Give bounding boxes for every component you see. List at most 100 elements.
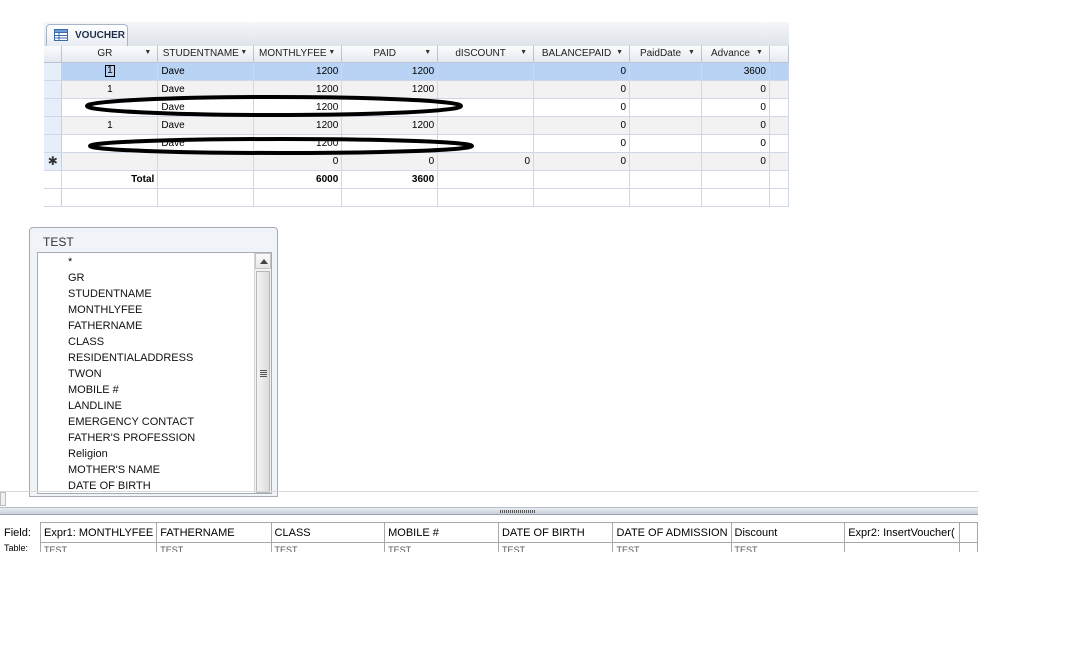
cell-discount[interactable] [437,80,535,99]
cell-paid[interactable]: 0 [341,152,439,171]
cell-advance[interactable]: 0 [701,116,770,135]
cell-advance[interactable]: 0 [701,134,770,153]
field-item[interactable]: LANDLINE [68,398,195,414]
cell-gr[interactable]: 1 [61,116,159,135]
field-item[interactable]: EMERGENCY CONTACT [68,414,195,430]
total-cell[interactable] [533,170,631,189]
table-cell[interactable]: TEST [730,542,846,552]
cell-monthlyfee[interactable]: 0 [253,152,343,171]
table-cell[interactable]: TEST [270,542,386,552]
table-row[interactable]: Dave 1200 0 0 [44,98,790,117]
cell-gr[interactable] [61,152,159,171]
record-selector[interactable] [44,62,63,81]
cell-monthlyfee[interactable]: 1200 [253,98,343,117]
cell-paiddate[interactable] [629,134,702,153]
dropdown-arrow-icon[interactable]: ▼ [424,49,431,56]
cell-studentname[interactable]: Dave [157,134,255,153]
field-item[interactable]: FATHERNAME [68,318,195,334]
field-item[interactable]: Religion [68,446,195,462]
horizontal-scrollbar[interactable] [0,492,6,506]
field-item[interactable]: * [68,254,195,270]
field-list-box[interactable]: * GR STUDENTNAME MONTHLYFEE FATHERNAME C… [37,252,272,494]
dropdown-arrow-icon[interactable]: ▼ [688,49,695,56]
cell-studentname[interactable]: Dave [157,98,255,117]
field-cell[interactable]: DATE OF ADMISSION [612,522,732,543]
total-cell[interactable] [437,170,535,189]
dropdown-arrow-icon[interactable]: ▼ [328,49,335,56]
cell-discount[interactable] [437,116,535,135]
table-row[interactable]: 1 Dave 1200 1200 0 3600 [44,62,790,81]
cell-paid[interactable]: 1200 [341,62,439,81]
new-record-star-icon[interactable]: ✱ [44,152,63,171]
cell-studentname[interactable]: Dave [157,116,255,135]
scroll-up-button[interactable] [255,253,271,269]
table-row[interactable]: 1 Dave 1200 1200 0 0 [44,80,790,99]
cell-advance[interactable]: 3600 [701,62,770,81]
field-cell[interactable]: Discount [730,522,846,543]
table-cell[interactable]: TEST [156,542,272,552]
cell-balancepaid[interactable]: 0 [533,152,631,171]
table-cell[interactable]: TEST [39,542,158,552]
cell-monthlyfee[interactable]: 1200 [253,80,343,99]
table-cell[interactable] [959,542,978,552]
cell-balancepaid[interactable]: 0 [533,98,631,117]
total-cell[interactable] [157,170,255,189]
field-item[interactable]: MONTHLYFEE [68,302,195,318]
column-header-monthlyfee[interactable]: MONTHLYFEE ▼ [253,46,343,63]
cell-monthlyfee[interactable]: 1200 [253,116,343,135]
cell-monthlyfee[interactable]: 1200 [253,62,343,81]
cell-paiddate[interactable] [629,80,702,99]
field-cell[interactable] [959,522,978,543]
column-header-advance[interactable]: Advance ▼ [701,46,770,63]
column-header-paid[interactable]: PAID ▼ [341,46,439,63]
column-header-gr[interactable]: GR ▼ [61,46,159,63]
field-cell[interactable]: Expr1: MONTHLYFEE [39,522,158,543]
cell-monthlyfee[interactable]: 1200 [253,134,343,153]
cell-gr[interactable]: 1 [61,80,159,99]
dropdown-arrow-icon[interactable]: ▼ [616,49,623,56]
table-row[interactable]: Dave 1200 0 0 [44,134,790,153]
cell-balancepaid[interactable]: 0 [533,134,631,153]
dropdown-arrow-icon[interactable]: ▼ [144,49,151,56]
cell-studentname[interactable]: Dave [157,80,255,99]
pane-splitter[interactable] [0,507,978,515]
cell-paid[interactable] [341,134,439,153]
field-cell[interactable]: CLASS [270,522,386,543]
column-header-balancepaid[interactable]: BALANCEPAID ▼ [533,46,631,63]
field-item[interactable]: FATHER'S PROFESSION [68,430,195,446]
table-cell[interactable]: TEST [497,542,614,552]
table-cell[interactable]: TEST [612,542,732,552]
column-header-discount[interactable]: dISCOUNT ▼ [437,46,535,63]
field-item[interactable]: STUDENTNAME [68,286,195,302]
cell-paid[interactable]: 1200 [341,116,439,135]
dropdown-arrow-icon[interactable]: ▼ [520,49,527,56]
cell-studentname[interactable]: Dave [157,62,255,81]
record-selector[interactable] [44,80,63,99]
dropdown-arrow-icon[interactable]: ▼ [756,49,763,56]
record-selector[interactable] [44,116,63,135]
cell-paid[interactable]: 1200 [341,80,439,99]
cell-paiddate[interactable] [629,152,702,171]
cell-discount[interactable] [437,98,535,117]
dropdown-arrow-icon[interactable]: ▼ [240,49,247,56]
cell-gr[interactable] [61,134,159,153]
cell-discount[interactable]: 0 [437,152,535,171]
table-row[interactable]: 1 Dave 1200 1200 0 0 [44,116,790,135]
table-cell[interactable]: TEST [384,542,499,552]
cell-discount[interactable] [437,134,535,153]
record-selector[interactable] [44,98,63,117]
total-cell[interactable] [629,170,702,189]
field-cell[interactable]: DATE OF BIRTH [497,522,614,543]
cell-balancepaid[interactable]: 0 [533,116,631,135]
cell-advance[interactable]: 0 [701,98,770,117]
cell-paid[interactable] [341,98,439,117]
column-header-studentname[interactable]: STUDENTNAME ▼ [157,46,255,63]
cell-paiddate[interactable] [629,98,702,117]
total-cell[interactable] [701,170,770,189]
cell-edit-cursor[interactable]: 1 [105,65,115,77]
cell-paiddate[interactable] [629,62,702,81]
cell-balancepaid[interactable]: 0 [533,80,631,99]
cell-balancepaid[interactable]: 0 [533,62,631,81]
tab-voucher[interactable]: VOUCHER [46,24,128,46]
cell-gr[interactable] [61,98,159,117]
